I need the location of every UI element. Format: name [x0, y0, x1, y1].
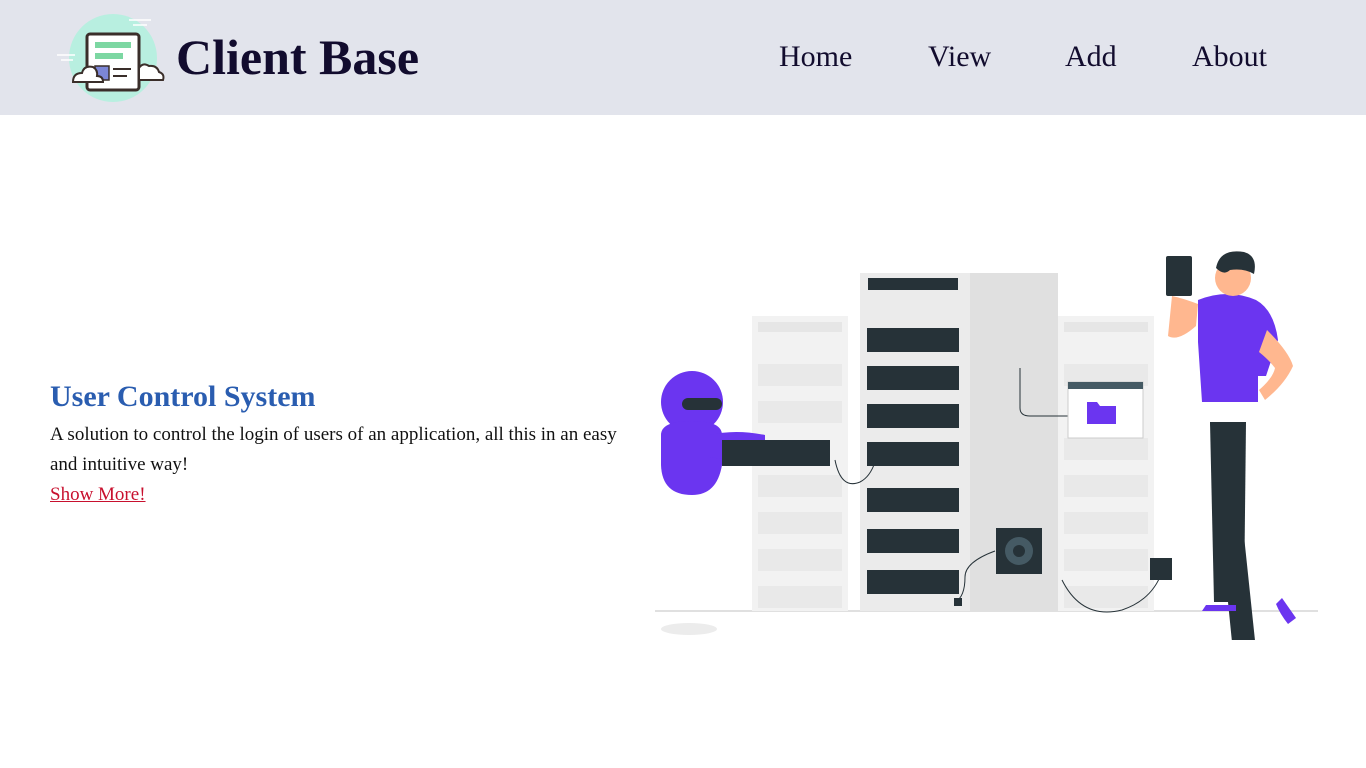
nav-view-link[interactable]: View: [928, 38, 991, 76]
nav-about-link[interactable]: About: [1192, 38, 1267, 76]
person-figure: [1166, 251, 1296, 640]
header-bar: Client Base Home View Add About: [0, 0, 1366, 115]
show-more-link[interactable]: Show More!: [50, 480, 146, 510]
brand-title[interactable]: Client Base: [176, 28, 419, 86]
hero-description: A solution to control the login of users…: [50, 424, 617, 475]
nav-home-link[interactable]: Home: [779, 38, 852, 76]
hero-title: User Control System: [50, 380, 316, 413]
client-base-logo-icon[interactable]: [55, 10, 167, 104]
nav-add-link[interactable]: Add: [1065, 38, 1117, 76]
server-room-illustration: [655, 251, 1318, 640]
